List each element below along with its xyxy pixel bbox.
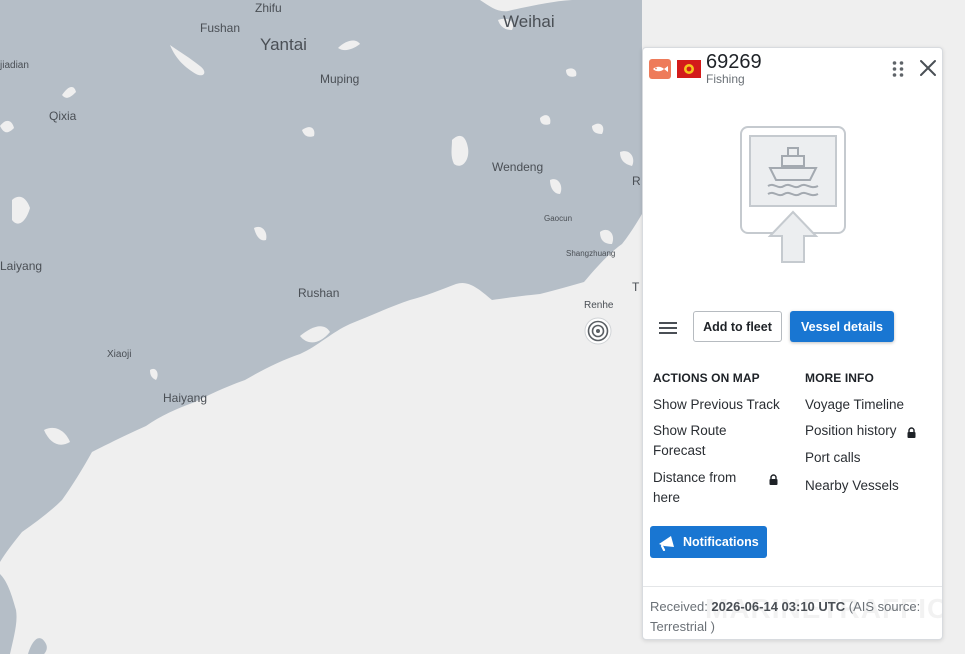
vessel-name: 69269: [706, 51, 762, 73]
map-label-partial-t: T: [632, 280, 640, 294]
port-calls-link[interactable]: Port calls: [805, 448, 861, 468]
map-label-renhe: Renhe: [584, 300, 614, 311]
vessel-position-marker-icon[interactable]: [584, 317, 612, 345]
received-status: Received: 2026-06-14 03:10 UTC (AIS sour…: [650, 597, 940, 637]
position-history-link[interactable]: Position history: [805, 421, 897, 441]
map-label-haiyang: Haiyang: [163, 391, 208, 405]
fishing-vessel-icon: [649, 59, 671, 79]
map-label-shangzhuang: Shangzhuang: [566, 249, 616, 258]
map-label-xiaoji: Xiaoji: [107, 349, 132, 360]
map-label-zhifu: Zhifu: [255, 1, 282, 15]
map-label-rushan: Rushan: [298, 286, 340, 300]
received-timestamp: 2026-06-14 03:10 UTC: [711, 599, 846, 614]
megaphone-icon: [659, 536, 674, 551]
vessel-photo-placeholder-icon[interactable]: [740, 126, 846, 264]
map-label-fushan: Fushan: [200, 21, 241, 35]
lock-icon: [769, 474, 778, 485]
map-label-yantai: Yantai: [260, 35, 307, 54]
close-icon[interactable]: [919, 59, 937, 77]
map-label-partial-r: R: [632, 174, 641, 188]
show-route-forecast-link[interactable]: Show Route Forecast: [653, 421, 741, 461]
vessel-type-label: Fishing: [706, 72, 745, 86]
nearby-vessels-link[interactable]: Nearby Vessels: [805, 476, 899, 496]
add-to-fleet-button[interactable]: Add to fleet: [693, 311, 782, 342]
map-label-wendeng: Wendeng: [492, 160, 544, 174]
voyage-timeline-link[interactable]: Voyage Timeline: [805, 395, 904, 415]
map-label-weihai: Weihai: [503, 12, 555, 31]
map-label-jiadian: jiadian: [0, 60, 29, 71]
flag-icon: [677, 60, 701, 78]
more-info-heading: MORE INFO: [805, 371, 874, 385]
notifications-label: Notifications: [683, 535, 759, 549]
lock-icon: [907, 427, 916, 438]
notifications-button[interactable]: Notifications: [650, 526, 767, 558]
map-label-laiyang: Laiyang: [0, 259, 43, 273]
panel-footer: MARINETRAFFIC Received: 2026-06-14 03:10…: [643, 586, 942, 639]
menu-icon[interactable]: [658, 320, 678, 336]
map-label-gaocun: Gaocun: [544, 214, 573, 223]
actions-on-map-heading: ACTIONS ON MAP: [653, 371, 760, 385]
drag-handle-icon[interactable]: [891, 60, 905, 78]
received-label: Received:: [650, 599, 712, 614]
vessel-details-button[interactable]: Vessel details: [790, 311, 894, 342]
map-label-qixia: Qixia: [49, 109, 77, 123]
vessel-info-panel: 69269 Fishing Add to fleet Vessel detail…: [642, 47, 943, 640]
map-label-muping: Muping: [320, 72, 360, 86]
show-previous-track-link[interactable]: Show Previous Track: [653, 395, 788, 415]
distance-from-here-link[interactable]: Distance from here: [653, 468, 743, 508]
